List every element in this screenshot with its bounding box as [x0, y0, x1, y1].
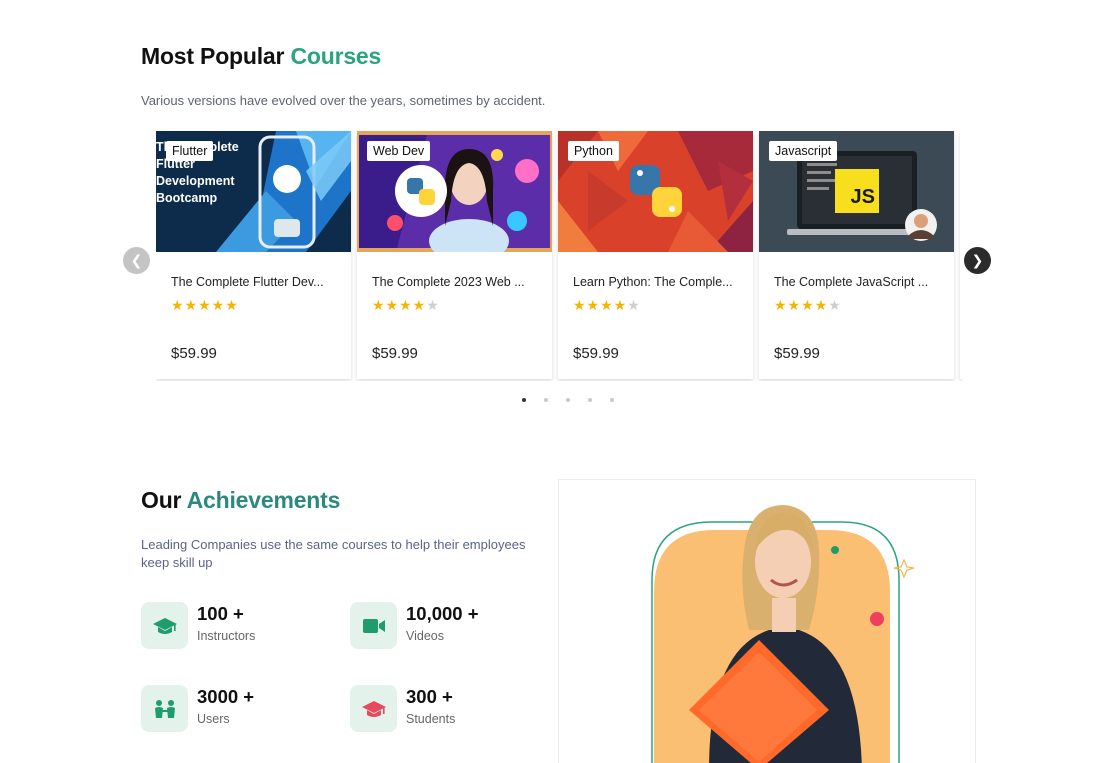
carousel-prev-button[interactable]: ❮: [123, 247, 150, 274]
course-thumbnail[interactable]: Flutter The Complete Flutter Development…: [156, 131, 351, 252]
carousel-next-button[interactable]: ❯: [964, 247, 991, 274]
course-thumbnail[interactable]: Javascript JS: [759, 131, 954, 252]
course-card-partial[interactable]: [960, 131, 962, 379]
rating-stars-empty: ★: [828, 297, 842, 313]
course-thumbnail[interactable]: Web Dev: [357, 131, 552, 252]
course-title[interactable]: The Complete JavaScript ...: [774, 275, 942, 289]
rating-stars-filled: ★★★★: [372, 297, 427, 313]
course-category-tag: Flutter: [166, 141, 214, 161]
chevron-right-icon: ❯: [971, 252, 984, 268]
pagination-dot[interactable]: [566, 398, 570, 402]
js-logo-text: JS: [850, 186, 875, 208]
course-rating: ★★★★★: [372, 297, 440, 314]
course-title[interactable]: The Complete 2023 Web ...: [372, 275, 540, 289]
courses-section-title: Most Popular Courses: [141, 43, 381, 70]
users-icon: [141, 685, 188, 732]
courses-subtitle: Various versions have evolved over the y…: [141, 93, 546, 108]
course-rating: ★★★★★: [774, 297, 842, 314]
course-price: $59.99: [774, 345, 820, 362]
achievement-value: 3000 +: [197, 686, 255, 707]
course-card[interactable]: Javascript JS The Complete JavaScript ..…: [759, 131, 954, 379]
course-rating: ★★★★★: [573, 297, 641, 314]
carousel-pagination: [522, 398, 614, 402]
rating-stars-filled: ★★★★★: [171, 297, 239, 313]
course-card[interactable]: Flutter The Complete Flutter Development…: [156, 131, 351, 379]
student-photo: [651, 505, 915, 763]
rating-stars-filled: ★★★★: [774, 297, 829, 313]
course-thumbnail[interactable]: Python: [558, 131, 753, 252]
pagination-dot[interactable]: [610, 398, 614, 402]
achievement-value: 300 +: [406, 686, 453, 707]
pagination-dot[interactable]: [522, 398, 526, 402]
rating-stars-filled: ★★★★: [573, 297, 628, 313]
achievements-illustration: [558, 479, 976, 763]
course-card[interactable]: Python Learn Python: The Comple... ★★★★★…: [558, 131, 753, 379]
graduation-cap-icon: [141, 602, 188, 649]
achievements-subtitle: Leading Companies use the same courses t…: [141, 537, 526, 570]
achievement-label: Users: [197, 712, 230, 726]
pagination-dot[interactable]: [544, 398, 548, 402]
achievements-section-title: Our Achievements: [141, 487, 340, 514]
pagination-dot[interactable]: [588, 398, 592, 402]
achievement-users: 3000 + Users: [141, 685, 341, 735]
video-camera-icon: [350, 602, 397, 649]
course-category-tag: Web Dev: [367, 141, 431, 161]
course-title[interactable]: Learn Python: The Comple...: [573, 275, 741, 289]
rating-stars-empty: ★: [627, 297, 641, 313]
courses-title-accent: Courses: [290, 43, 382, 69]
achievement-instructors: 100 + Instructors: [141, 602, 341, 652]
chevron-left-icon: ❮: [130, 252, 143, 268]
course-carousel: Flutter The Complete Flutter Development…: [156, 131, 962, 381]
achievement-value: 100 +: [197, 603, 244, 624]
course-price: $59.99: [573, 345, 619, 362]
course-price: $59.99: [171, 345, 217, 362]
achievement-label: Students: [406, 712, 456, 726]
achievement-label: Instructors: [197, 629, 256, 643]
course-rating: ★★★★★: [171, 297, 239, 314]
achievement-students: 300 + Students: [350, 685, 550, 735]
course-category-tag: Javascript: [769, 141, 838, 161]
achievements-title-plain: Our: [141, 487, 182, 513]
achievement-videos: 10,000 + Videos: [350, 602, 550, 652]
courses-title-plain: Most Popular: [141, 43, 285, 69]
achievement-value: 10,000 +: [406, 603, 479, 624]
graduation-cap-icon: [350, 685, 397, 732]
course-card[interactable]: Web Dev The Complete 2023 Web ... ★★★★★ …: [357, 131, 552, 379]
achievement-label: Videos: [406, 629, 444, 643]
course-price: $59.99: [372, 345, 418, 362]
rating-stars-empty: ★: [426, 297, 440, 313]
course-category-tag: Python: [568, 141, 619, 161]
achievements-title-accent: Achievements: [186, 487, 341, 513]
course-title[interactable]: The Complete Flutter Dev...: [171, 275, 339, 289]
